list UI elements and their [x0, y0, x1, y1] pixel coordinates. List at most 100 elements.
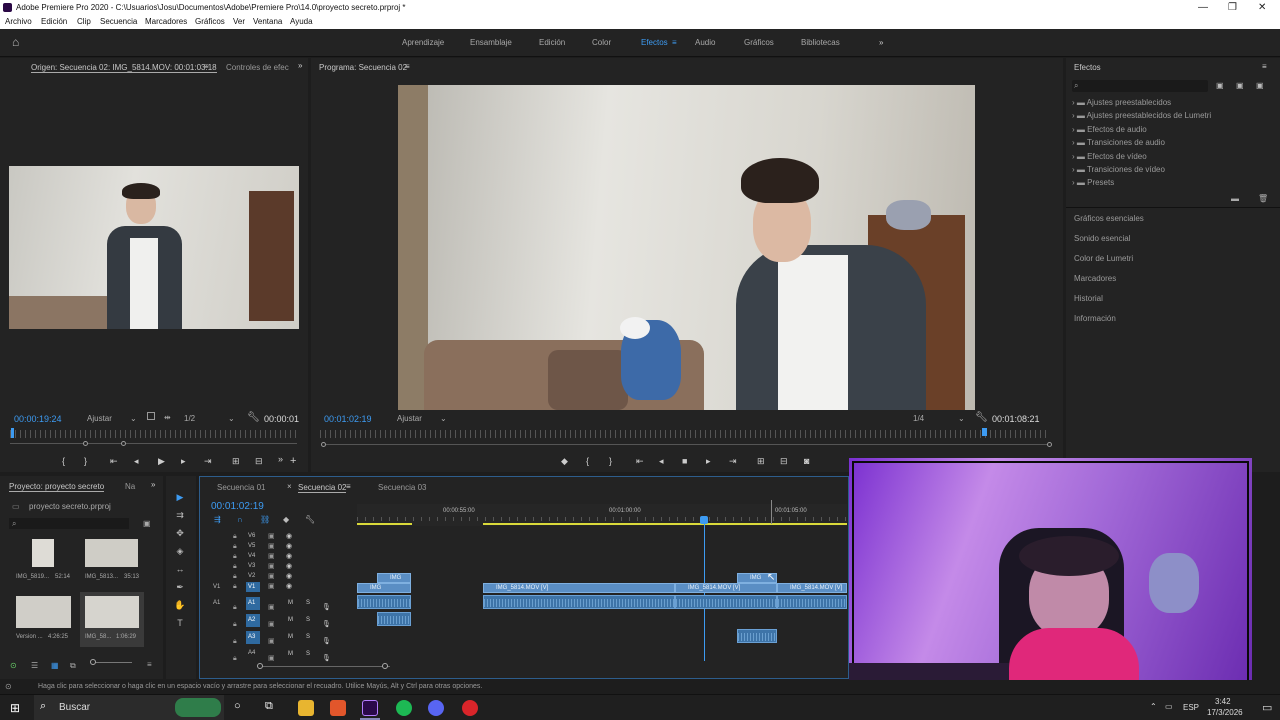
audio-clip-a2[interactable]	[377, 612, 411, 626]
source-zoom-bar[interactable]	[10, 443, 297, 444]
track-a2-label[interactable]: A2	[246, 614, 260, 627]
task-view-icon[interactable]: ⧉	[265, 700, 273, 713]
new-bin-icon[interactable]: ▬	[1231, 194, 1239, 203]
program-go-to-in-icon[interactable]: ⇤	[636, 456, 644, 467]
source-more-buttons-icon[interactable]: »	[278, 454, 283, 464]
ws-bibliotecas[interactable]: Bibliotecas	[801, 38, 840, 47]
add-marker-icon[interactable]: ◆	[561, 456, 568, 467]
safe-margins-icon[interactable]	[147, 412, 155, 420]
effect-controls-tab[interactable]: Controles de efec	[226, 63, 289, 72]
voiceover-mic-icon[interactable]: 🎙︎ 🎙︎ 🎙︎ 🎙︎	[322, 599, 331, 667]
program-wrench-icon[interactable]: 🔧︎	[975, 412, 988, 423]
section-graficos-esenciales[interactable]: Gráficos esenciales	[1074, 214, 1144, 223]
program-fit-chevron-icon[interactable]: ⌄	[440, 414, 447, 423]
discord-icon[interactable]	[428, 700, 444, 716]
selection-tool-icon[interactable]: ▶	[174, 492, 186, 502]
toggle-output-icon[interactable]: ◉ ◉ ◉ ◉ ◉ ◉	[286, 532, 292, 592]
timeline-zoom-handle-right[interactable]	[382, 663, 388, 669]
close-icon[interactable]: ✕	[1258, 2, 1266, 13]
wrench-icon[interactable]: 🔧︎	[247, 412, 260, 423]
effects-folder-row[interactable]: › ▬ Presets	[1072, 178, 1114, 187]
audio-clip-a1[interactable]	[675, 595, 777, 609]
play-icon[interactable]: ▶	[158, 456, 165, 467]
menu-ayuda[interactable]: Ayuda	[290, 17, 313, 26]
accelerated-effects-icon[interactable]: ▣	[1216, 81, 1224, 90]
keyboard-language[interactable]: ESP	[1183, 703, 1199, 712]
add-button-icon[interactable]: +	[290, 455, 296, 467]
clip-v1-img5814[interactable]: IMG_5814.MOV [V]	[483, 583, 675, 593]
32bit-effects-icon[interactable]: ▣	[1236, 81, 1244, 90]
ws-more-icon[interactable]: »	[879, 38, 883, 47]
stop-icon[interactable]: ■	[682, 456, 687, 466]
ws-color[interactable]: Color	[592, 38, 611, 47]
restore-icon[interactable]: ❐	[1228, 2, 1237, 13]
program-quality-chevron-icon[interactable]: ⌄	[958, 414, 965, 423]
timeline-tab-menu-icon[interactable]: ≡	[346, 482, 351, 491]
audio-clip-a1[interactable]	[777, 595, 847, 609]
program-step-forward-icon[interactable]: ▸	[706, 456, 711, 467]
track-lock-icon[interactable]: 🔒︎ 🔒︎ 🔒︎ 🔒︎ 🔒︎ 🔒︎	[233, 532, 237, 592]
list-view-icon[interactable]: ☰	[31, 661, 38, 670]
thumb-size-handle[interactable]	[90, 659, 96, 665]
effects-folder-row[interactable]: › ▬ Efectos de vídeo	[1072, 152, 1147, 161]
audio-sync-lock-icon[interactable]: ▣ ▣ ▣ ▣	[268, 599, 275, 667]
nest-toggle-icon[interactable]: ⇶	[214, 515, 221, 524]
cortana-icon[interactable]: ○	[234, 700, 241, 712]
search-highlight-image[interactable]	[175, 698, 221, 717]
type-tool-icon[interactable]: T	[174, 618, 186, 628]
go-to-out-icon[interactable]: ⇥	[204, 456, 212, 467]
extract-icon[interactable]: ⊟	[780, 456, 788, 467]
ws-aprendizaje[interactable]: Aprendizaje	[402, 38, 444, 47]
source-timecode[interactable]: 00:00:19:24	[14, 414, 62, 424]
source-time-ruler[interactable]	[10, 430, 297, 438]
ws-efectos[interactable]: Efectos	[641, 38, 668, 47]
sync-lock-icon[interactable]: ▣ ▣ ▣ ▣ ▣ ▣	[268, 532, 275, 592]
insert-icon[interactable]: ⊞	[232, 456, 240, 467]
source-quality-chevron-icon[interactable]: ⌄	[228, 414, 235, 423]
step-back-icon[interactable]: ◂	[134, 456, 139, 467]
source-tab[interactable]: Origen: Secuencia 02: IMG_5814.MOV: 00:0…	[31, 63, 217, 73]
ws-graficos[interactable]: Gráficos	[744, 38, 774, 47]
source-more-icon[interactable]: »	[298, 61, 302, 70]
project-thumb-1[interactable]	[32, 539, 54, 567]
timeline-zoom-handle-left[interactable]	[257, 663, 263, 669]
tray-chevron-icon[interactable]: ⌃	[1150, 702, 1157, 711]
track-v3-label[interactable]: V3	[248, 563, 255, 569]
solo-button[interactable]: S	[306, 634, 310, 640]
section-marcadores[interactable]: Marcadores	[1074, 274, 1116, 283]
menu-archivo[interactable]: Archivo	[5, 17, 32, 26]
track-a3-label[interactable]: A3	[246, 631, 260, 644]
clip-v1-img5814[interactable]: IMG_5814.MOV [V]	[777, 583, 847, 593]
menu-graficos[interactable]: Gráficos	[195, 17, 225, 26]
program-step-back-icon[interactable]: ◂	[659, 456, 664, 467]
timeline-tab-secuencia-03[interactable]: Secuencia 03	[378, 483, 426, 492]
source-zoom-handle-right[interactable]	[121, 441, 126, 446]
menu-ventana[interactable]: Ventana	[253, 17, 282, 26]
audio-clip-a1[interactable]	[483, 595, 675, 609]
brave-browser-icon[interactable]	[330, 700, 346, 716]
windows-start-icon[interactable]: ⊞	[10, 701, 20, 715]
audio-clip-a1[interactable]	[357, 595, 411, 609]
program-zoom-handle-right[interactable]	[1047, 442, 1052, 447]
source-zoom-handle-left[interactable]	[83, 441, 88, 446]
project-thumb-4[interactable]	[85, 596, 139, 628]
program-time-ruler[interactable]	[320, 430, 1050, 438]
minimize-icon[interactable]: —	[1198, 2, 1208, 13]
solo-button[interactable]: S	[306, 651, 310, 657]
track-v4-label[interactable]: V4	[248, 553, 255, 559]
effects-folder-row[interactable]: › ▬ Transiciones de audio	[1072, 138, 1165, 147]
timeline-tab-secuencia-01[interactable]: Secuencia 01	[217, 483, 265, 492]
obs-recording-icon[interactable]	[462, 700, 478, 716]
timeline-settings-icon[interactable]: 🔧︎	[305, 515, 315, 524]
project-thumb-2[interactable]	[85, 539, 138, 567]
mark-out-icon[interactable]: }	[84, 456, 87, 466]
project-search-input[interactable]	[9, 518, 129, 529]
mute-button[interactable]: M	[288, 617, 293, 623]
slip-tool-icon[interactable]: ↔	[174, 564, 186, 574]
export-frame-icon[interactable]: ◙	[804, 456, 809, 466]
project-thumb-3[interactable]	[16, 596, 71, 628]
mute-button[interactable]: M	[288, 600, 293, 606]
go-to-in-icon[interactable]: ⇤	[110, 456, 118, 467]
section-historial[interactable]: Historial	[1074, 294, 1103, 303]
source-playhead[interactable]	[11, 428, 14, 438]
